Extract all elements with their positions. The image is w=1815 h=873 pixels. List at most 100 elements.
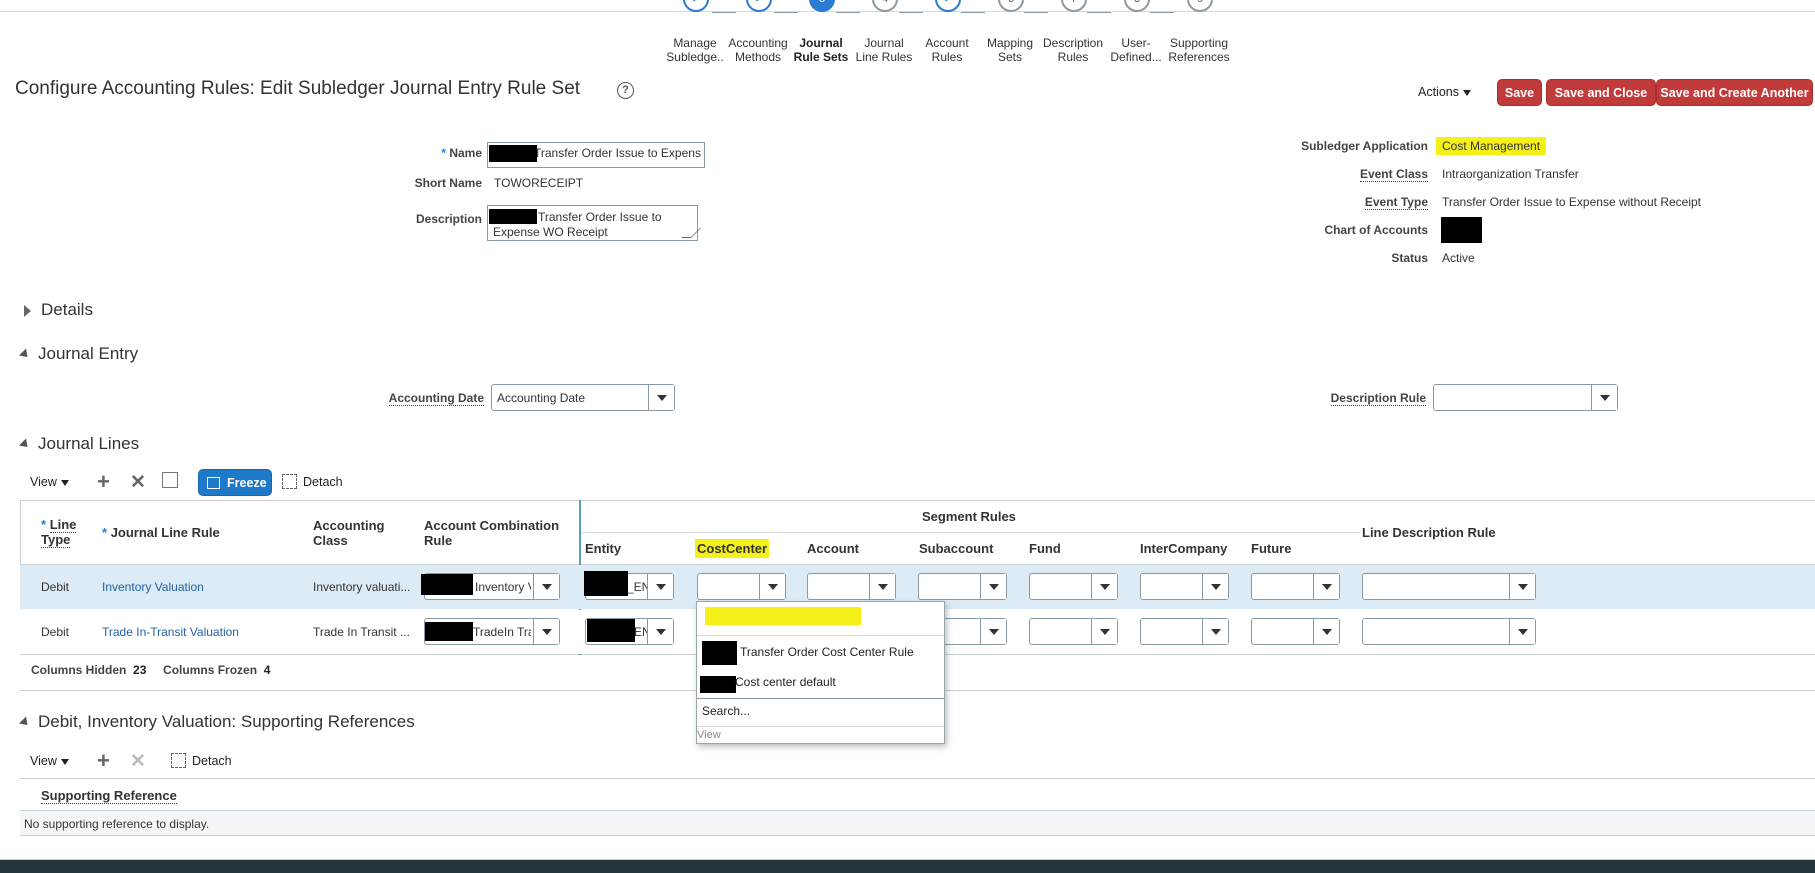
accounting-date-value: Accounting Date (497, 391, 586, 405)
event-class-label: Event Class (1359, 167, 1428, 182)
account-select[interactable] (807, 573, 896, 600)
save-and-close-button[interactable]: Save and Close (1546, 79, 1656, 106)
empty-message: No supporting reference to display. (24, 817, 210, 831)
accounting-class-header[interactable]: Accounting Class (313, 518, 385, 548)
fund-select[interactable] (1029, 573, 1118, 600)
actions-menu[interactable]: Actions (1418, 85, 1471, 99)
save-and-create-another-button[interactable]: Save and Create Another (1656, 79, 1813, 106)
dropdown-option[interactable]: Cost center default (697, 675, 944, 689)
future-select[interactable] (1251, 573, 1340, 600)
entity-header[interactable]: Entity (585, 541, 621, 556)
train-stop-number: 9 (1187, 0, 1213, 12)
expand-icon (24, 304, 31, 317)
columns-status: Columns Hidden 23 Columns Frozen 4 (31, 663, 271, 677)
dropdown-arrow-icon[interactable] (1202, 619, 1228, 644)
dropdown-arrow-icon[interactable] (647, 574, 673, 599)
view-footer[interactable]: View (697, 729, 944, 741)
future-select[interactable] (1251, 618, 1340, 645)
intercompany-select[interactable] (1140, 618, 1229, 645)
supporting-references-section-header[interactable]: Debit, Inventory Valuation: Supporting R… (18, 712, 415, 732)
line-description-rule-header[interactable]: Line Description Rule (1362, 525, 1496, 540)
check-icon: ✓ (746, 0, 772, 12)
accounting-date-label: Accounting Date (388, 391, 484, 406)
account-header[interactable]: Account (807, 541, 859, 556)
dropdown-arrow-icon[interactable] (533, 619, 559, 644)
freeze-icon (207, 477, 220, 489)
future-header[interactable]: Future (1251, 541, 1291, 556)
add-icon[interactable]: + (97, 748, 110, 774)
help-icon[interactable]: ? (617, 82, 634, 99)
line-description-rule-select[interactable] (1362, 618, 1536, 645)
redacted-block (587, 619, 635, 642)
dropdown-arrow-icon[interactable] (1509, 574, 1535, 599)
costcenter-header[interactable]: CostCenter (695, 539, 770, 558)
subledger-application-label: Subledger Application (1301, 139, 1428, 153)
dropdown-arrow-icon[interactable] (1313, 574, 1339, 599)
detach-button[interactable]: Detach (303, 475, 343, 489)
table-top-border (20, 778, 1815, 779)
add-icon[interactable]: + (97, 469, 110, 495)
train-connector (961, 12, 985, 13)
redacted-block (584, 571, 628, 596)
dropdown-arrow-icon[interactable] (533, 574, 559, 599)
view-menu[interactable]: View (30, 475, 69, 489)
details-section-header[interactable]: Details (24, 300, 93, 320)
popup-divider (697, 698, 944, 699)
dropdown-arrow-icon[interactable] (980, 619, 1006, 644)
dropdown-option[interactable]: Transfer Order Cost Center Rule (697, 645, 944, 659)
save-button[interactable]: Save (1497, 79, 1542, 106)
fund-header[interactable]: Fund (1029, 541, 1061, 556)
redacted-block (1441, 217, 1482, 243)
detach-button[interactable]: Detach (192, 754, 232, 768)
view-menu[interactable]: View (30, 754, 69, 768)
redacted-block (489, 209, 537, 224)
account-combination-value: TradeIn Tra (473, 625, 531, 639)
name-label: * Name (441, 146, 482, 160)
train-stop-number: 7 (1061, 0, 1087, 12)
status-value: Active (1442, 251, 1475, 265)
description-rule-select[interactable] (1433, 384, 1618, 411)
costcenter-select[interactable] (697, 573, 786, 600)
detach-icon[interactable] (171, 753, 186, 768)
journal-line-rule-link[interactable]: Inventory Valuation (102, 580, 204, 594)
line-type-cell: Debit (41, 580, 70, 594)
dropdown-arrow-icon[interactable] (648, 385, 674, 410)
line-type-header[interactable]: * Line Type (41, 517, 77, 548)
dropdown-arrow-icon[interactable] (1313, 619, 1339, 644)
subaccount-select[interactable] (918, 573, 1007, 600)
account-combination-rule-header[interactable]: Account Combination Rule (424, 518, 559, 548)
highlighted-empty-option[interactable] (705, 607, 861, 625)
dropdown-arrow-icon[interactable] (647, 619, 673, 644)
caret-down-icon (1463, 89, 1471, 96)
subaccount-header[interactable]: Subaccount (919, 541, 993, 556)
detach-icon[interactable] (282, 474, 297, 489)
popup-divider (697, 726, 944, 727)
journal-line-rule-header[interactable]: * Journal Line Rule (102, 525, 220, 540)
accounting-date-select[interactable]: Accounting Date (491, 384, 675, 411)
line-description-rule-select[interactable] (1362, 573, 1536, 600)
accounting-class-cell: Trade In Transit ... (313, 625, 410, 639)
delete-icon[interactable]: ✕ (130, 471, 146, 494)
journal-lines-section-header[interactable]: Journal Lines (18, 434, 139, 454)
dropdown-arrow-icon[interactable] (980, 574, 1006, 599)
fund-select[interactable] (1029, 618, 1118, 645)
description-label: Description (415, 212, 482, 226)
intercompany-select[interactable] (1140, 573, 1229, 600)
dropdown-arrow-icon[interactable] (1091, 574, 1117, 599)
dropdown-arrow-icon[interactable] (1509, 619, 1535, 644)
journal-line-rule-link[interactable]: Trade In-Transit Valuation (102, 625, 239, 639)
freeze-button[interactable]: Freeze (198, 469, 272, 496)
dropdown-arrow-icon[interactable] (1591, 385, 1617, 410)
dropdown-arrow-icon[interactable] (1202, 574, 1228, 599)
dropdown-arrow-icon[interactable] (759, 574, 785, 599)
dropdown-arrow-icon[interactable] (1091, 619, 1117, 644)
supporting-reference-header[interactable]: Supporting Reference (41, 788, 177, 804)
search-link[interactable]: Search... (697, 704, 944, 718)
dropdown-arrow-icon[interactable] (869, 574, 895, 599)
train-connector (836, 12, 860, 13)
collapse-icon (18, 348, 32, 361)
delete-icon: ✕ (130, 751, 146, 772)
columns-icon[interactable] (162, 472, 178, 488)
journal-entry-section-header[interactable]: Journal Entry (18, 344, 138, 364)
intercompany-header[interactable]: InterCompany (1140, 541, 1227, 556)
